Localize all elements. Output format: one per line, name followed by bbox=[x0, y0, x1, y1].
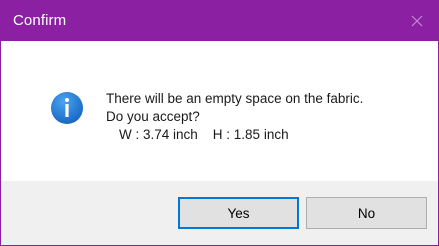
message-line-2: Do you accept? bbox=[106, 109, 200, 124]
confirm-dialog: Confirm There will be an empty space on … bbox=[0, 0, 439, 246]
dimensions-text: W : 3.74 inch H : 1.85 inch bbox=[119, 127, 289, 142]
message-text: There will be an empty space on the fabr… bbox=[106, 90, 363, 144]
dialog-title: Confirm bbox=[13, 12, 67, 29]
close-button[interactable] bbox=[396, 1, 438, 41]
no-button[interactable]: No bbox=[306, 197, 427, 229]
info-icon bbox=[51, 92, 83, 124]
yes-button[interactable]: Yes bbox=[178, 197, 299, 229]
message-area: There will be an empty space on the fabr… bbox=[1, 41, 438, 181]
title-bar[interactable]: Confirm bbox=[1, 1, 438, 41]
close-icon bbox=[411, 15, 423, 27]
message-line-1: There will be an empty space on the fabr… bbox=[106, 91, 364, 106]
